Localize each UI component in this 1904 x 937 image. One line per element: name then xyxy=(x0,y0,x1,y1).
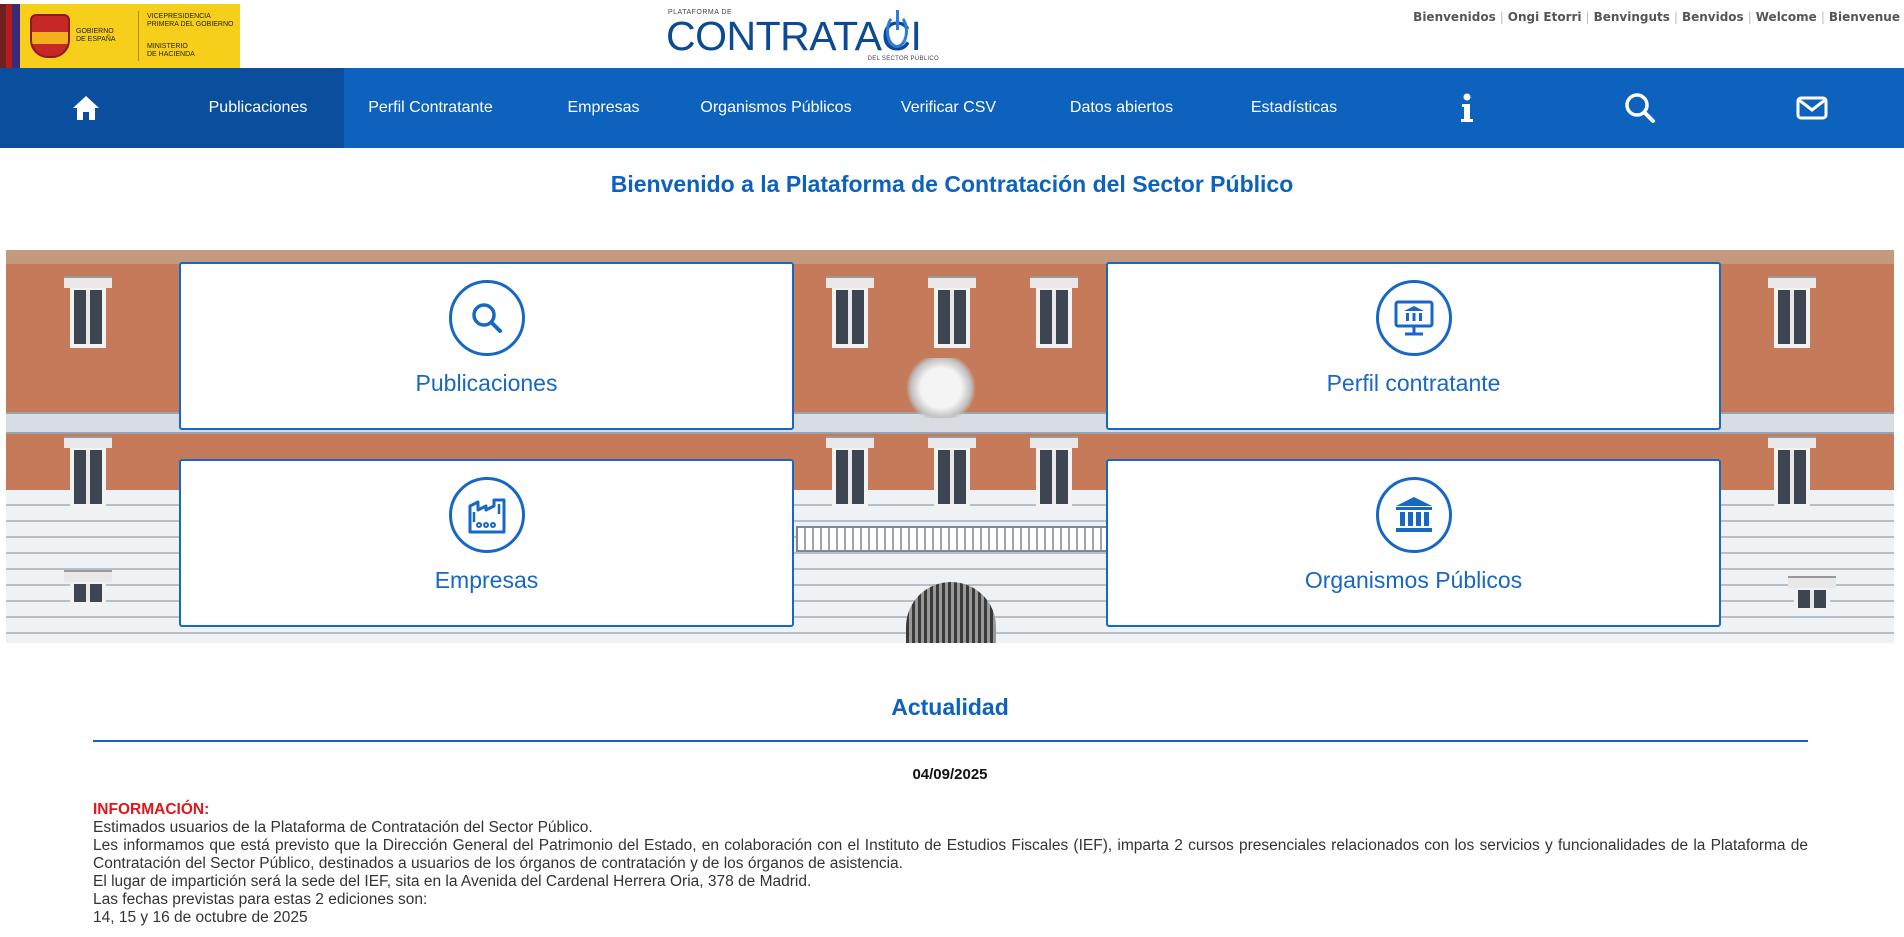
site-header: GOBIERNO DE ESPAÑA VICEPRESIDENCIA PRIME… xyxy=(0,0,1904,106)
card-label: Publicaciones xyxy=(415,370,558,396)
lang-en[interactable]: Welcome xyxy=(1756,10,1817,24)
news-section-title: Actualidad xyxy=(891,694,1009,720)
facade-window xyxy=(64,570,112,606)
news-divider xyxy=(93,740,1808,742)
news-body: INFORMACIÓN: Estimados usuarios de la Pl… xyxy=(93,801,1808,927)
coat-of-arms-icon xyxy=(30,14,70,58)
flag-stripe xyxy=(0,4,20,68)
facade-window xyxy=(1768,276,1816,348)
facade-window xyxy=(1030,436,1078,508)
government-logo[interactable]: GOBIERNO DE ESPAÑA VICEPRESIDENCIA PRIME… xyxy=(0,4,240,68)
magnifier-icon xyxy=(448,280,525,356)
nav-estadisticas[interactable]: Estadísticas xyxy=(1208,68,1380,148)
welcome-title: Bienvenido a la Plataforma de Contrataci… xyxy=(610,171,1294,197)
lang-eu[interactable]: Ongi Etorri xyxy=(1508,10,1582,24)
news-line: Las fechas previstas para estas 2 edicio… xyxy=(93,891,428,908)
card-publicaciones[interactable]: Publicaciones xyxy=(179,262,794,430)
lang-es[interactable]: Bienvenidos xyxy=(1413,10,1496,24)
nav-verificar-csv[interactable]: Verificar CSV xyxy=(862,68,1035,148)
facade-window xyxy=(826,436,874,508)
facade-window xyxy=(64,276,112,348)
lang-fr[interactable]: Bienvenue xyxy=(1829,10,1900,24)
gov-ministry-text: VICEPRESIDENCIA PRIMERA DEL GOBIERNO MIN… xyxy=(147,13,234,58)
news-line: Les informamos que está previsto que la … xyxy=(93,837,1808,872)
hero-banner: Publicaciones Perfil contratante Empresa… xyxy=(6,250,1894,643)
nav-info[interactable] xyxy=(1380,68,1553,148)
nav-publicaciones[interactable]: Publicaciones xyxy=(172,68,344,148)
news-info-label: INFORMACIÓN: xyxy=(93,801,210,818)
gov-country-text: GOBIERNO DE ESPAÑA xyxy=(76,28,116,43)
nav-home[interactable] xyxy=(0,68,172,148)
factory-icon xyxy=(448,477,525,553)
card-organismos-publicos[interactable]: Organismos Públicos xyxy=(1106,459,1721,627)
info-icon xyxy=(1460,93,1473,122)
mail-icon xyxy=(1796,96,1828,120)
lang-gl[interactable]: Benvidos xyxy=(1682,10,1744,24)
search-icon xyxy=(1624,93,1655,123)
facade-window xyxy=(1030,276,1078,348)
facade-window xyxy=(1788,576,1836,612)
home-icon xyxy=(73,96,99,120)
facade-window xyxy=(826,276,874,348)
language-selector: Bienvenidos | Ongi Etorri | Benvinguts | Benvi… xyxy=(1413,10,1900,24)
nav-organismos-publicos[interactable]: Organismos Públicos xyxy=(690,68,862,148)
card-empresas[interactable]: Empresas xyxy=(179,459,794,627)
nav-empresas[interactable]: Empresas xyxy=(517,68,690,148)
institution-icon xyxy=(1375,477,1452,553)
nav-search[interactable] xyxy=(1553,68,1726,148)
main-nav: Publicaciones Perfil Contratante Empresa… xyxy=(0,68,1904,148)
facade-window xyxy=(928,276,976,348)
facade-window xyxy=(928,436,976,508)
facade-window xyxy=(64,436,112,508)
logo-sub-text: DEL SECTOR PÚBLICO xyxy=(867,56,939,62)
lang-ca[interactable]: Benvinguts xyxy=(1594,10,1670,24)
platform-logo[interactable]: PLATAFORMA DE CONTRATACIN DEL SECTOR PÚB… xyxy=(666,6,941,106)
nav-perfil-contratante[interactable]: Perfil Contratante xyxy=(344,68,517,148)
news-line: 14, 15 y 16 de octubre de 2025 xyxy=(93,909,308,926)
building-crest xyxy=(901,358,981,418)
building-balcony xyxy=(796,526,1110,552)
card-label: Perfil contratante xyxy=(1326,370,1501,396)
news-line: El lugar de impartición será la sede del… xyxy=(93,873,812,890)
news-line: Estimados usuarios de la Plataforma de C… xyxy=(93,819,593,836)
facade-window xyxy=(1768,436,1816,508)
nav-contact[interactable] xyxy=(1726,68,1898,148)
power-bar-icon xyxy=(896,10,899,30)
news-date: 04/09/2025 xyxy=(912,766,988,783)
nav-datos-abiertos[interactable]: Datos abiertos xyxy=(1035,68,1208,148)
monitor-institution-icon xyxy=(1375,280,1452,356)
logo-divider xyxy=(138,11,139,61)
card-label: Organismos Públicos xyxy=(1304,567,1523,593)
card-perfil-contratante[interactable]: Perfil contratante xyxy=(1106,262,1721,430)
card-label: Empresas xyxy=(434,567,539,593)
